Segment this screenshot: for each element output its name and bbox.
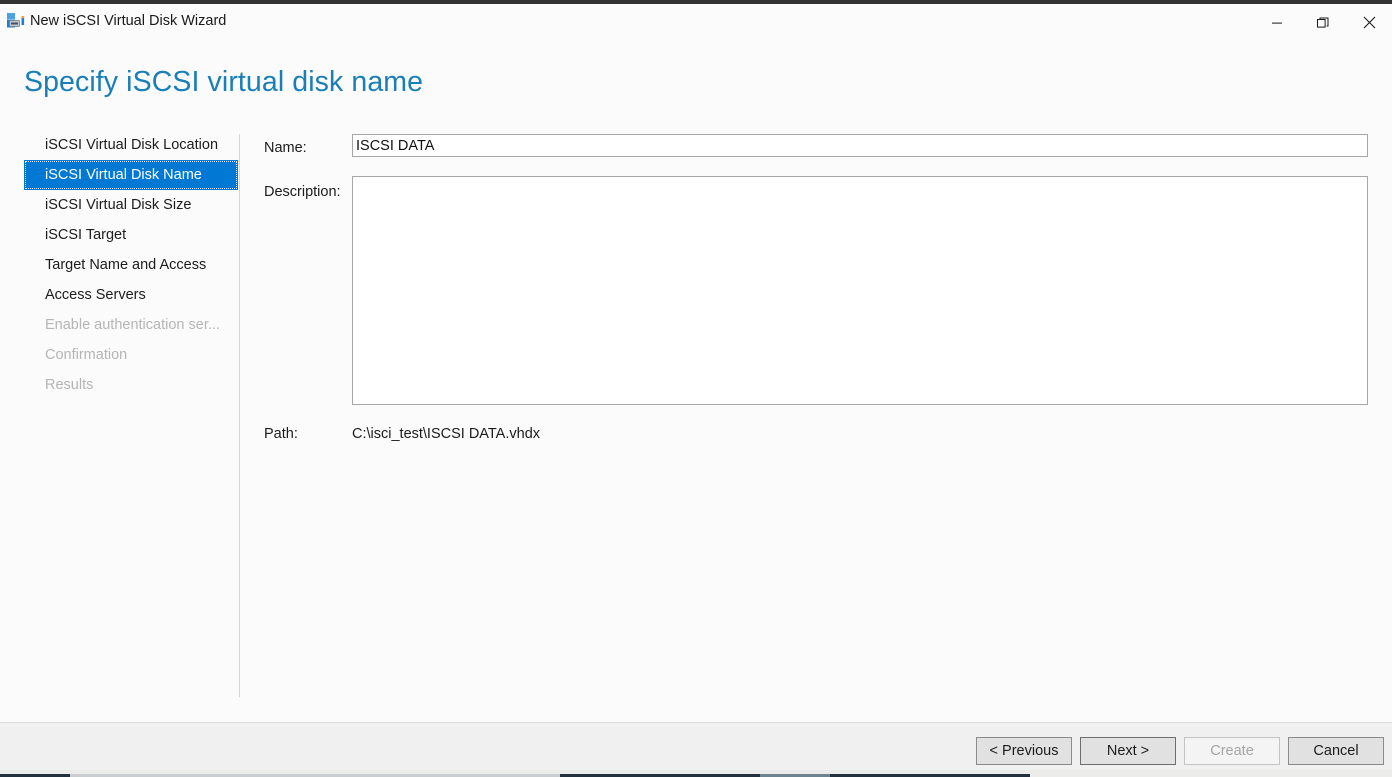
description-label: Description: — [264, 184, 341, 200]
window-controls — [1254, 4, 1392, 41]
taskbar-strip — [0, 770, 1392, 777]
create-button: Create — [1184, 737, 1280, 765]
sidebar-item-confirmation: Confirmation — [45, 347, 128, 363]
sidebar-item-iscsi-virtual-disk-name[interactable]: iSCSI Virtual Disk Name — [24, 160, 238, 190]
sidebar-item-iscsi-virtual-disk-size[interactable]: iSCSI Virtual Disk Size — [24, 190, 238, 220]
sidebar-item-access-servers[interactable]: Access Servers — [24, 280, 238, 310]
restore-button[interactable] — [1300, 4, 1346, 41]
minimize-icon — [1272, 22, 1282, 24]
restore-icon — [1317, 17, 1329, 28]
wizard-window: New iSCSI Virtual Disk Wizard Specify iS — [0, 0, 1392, 777]
close-button[interactable] — [1346, 4, 1392, 41]
sidebar-item-iscsi-target[interactable]: iSCSI Target — [24, 220, 238, 250]
minimize-button[interactable] — [1254, 4, 1300, 41]
sidebar-divider — [239, 134, 240, 697]
sidebar-item-iscsi-virtual-disk-location[interactable]: iSCSI Virtual Disk Location — [24, 130, 238, 160]
next-button[interactable]: Next > — [1080, 737, 1176, 765]
sidebar-item-enable-authentication: Enable authentication ser... — [45, 317, 220, 333]
iscsi-disk-icon — [6, 11, 26, 31]
cancel-button[interactable]: Cancel — [1288, 737, 1384, 765]
previous-button[interactable]: < Previous — [976, 737, 1072, 765]
titlebar-top-accent — [0, 0, 1392, 4]
description-input[interactable] — [352, 176, 1368, 405]
name-label: Name: — [264, 140, 307, 156]
title-bar: New iSCSI Virtual Disk Wizard — [0, 0, 1392, 41]
close-icon — [1363, 16, 1375, 29]
path-value: C:\isci_test\ISCSI DATA.vhdx — [352, 426, 541, 442]
sidebar-item-target-name-and-access[interactable]: Target Name and Access — [24, 250, 238, 280]
window-title: New iSCSI Virtual Disk Wizard — [30, 13, 227, 29]
name-input[interactable] — [352, 134, 1368, 157]
footer-button-group: < Previous Next > Create Cancel — [976, 737, 1384, 765]
wizard-steps-nav: iSCSI Virtual Disk Location iSCSI Virtua… — [0, 130, 239, 700]
wizard-footer: < Previous Next > Create Cancel — [0, 722, 1392, 770]
sidebar-item-results: Results — [45, 377, 94, 393]
page-title: Specify iSCSI virtual disk name — [24, 66, 424, 98]
path-label: Path: — [264, 426, 298, 442]
